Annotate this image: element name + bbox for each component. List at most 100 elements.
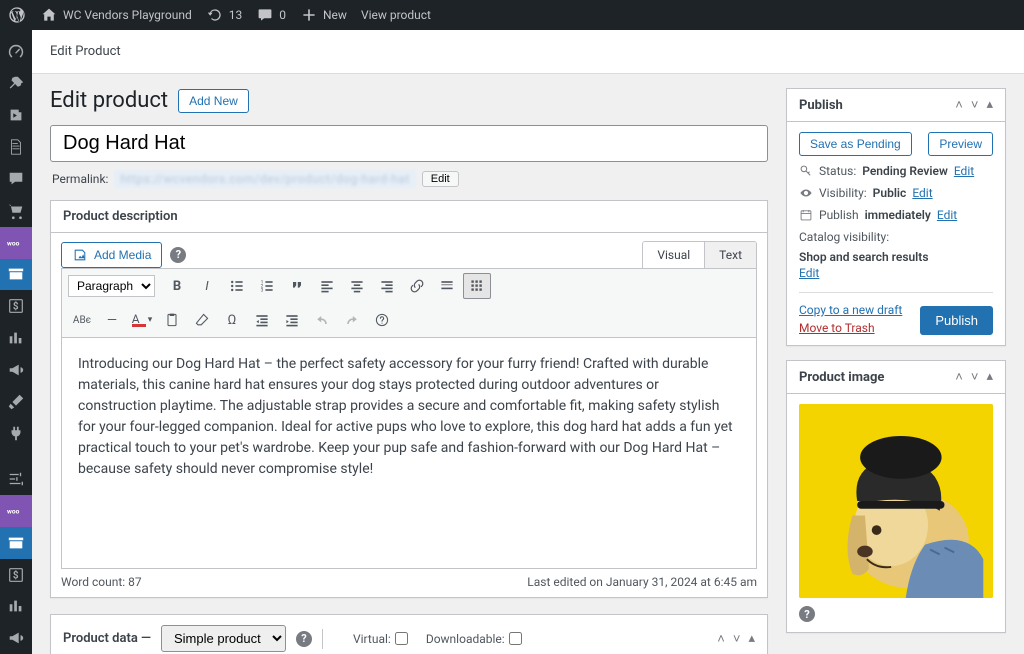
sidebar-wcv-payments[interactable]: $ — [0, 559, 32, 591]
hr-button[interactable]: — — [98, 307, 126, 333]
clipboard-icon — [164, 312, 180, 328]
site-link[interactable]: WC Vendors Playground — [40, 6, 192, 24]
downloadable-checkbox[interactable]: Downloadable: — [426, 632, 522, 646]
updates-link[interactable]: 13 — [206, 6, 243, 24]
sidebar-wcv-products[interactable] — [0, 527, 32, 559]
word-count: Word count: 87 — [61, 575, 142, 589]
editor-tabs: Visual Text — [642, 241, 757, 268]
catalog-edit-link[interactable]: Edit — [799, 266, 993, 280]
kitchensink-icon — [469, 278, 485, 294]
help-icon — [374, 312, 390, 328]
sidebar-woo-admin[interactable]: woo — [0, 227, 32, 259]
copy-draft-link[interactable]: Copy to a new draft — [799, 303, 902, 317]
visibility-edit-link[interactable]: Edit — [912, 186, 932, 200]
ol-button[interactable]: 123 — [253, 273, 281, 299]
sidebar-pages[interactable] — [0, 131, 32, 163]
sidebar-payments[interactable]: $ — [0, 290, 32, 322]
toolbar-toggle-button[interactable] — [463, 273, 491, 299]
toggle-button[interactable]: ▴ — [986, 369, 993, 385]
bold-button[interactable]: B — [163, 273, 191, 299]
product-image-panel: Product image ˄˅▴ — [786, 360, 1006, 633]
add-new-button[interactable]: Add New — [178, 89, 249, 113]
clearformat-button[interactable] — [188, 307, 216, 333]
specialchar-button[interactable]: Ω — [218, 307, 246, 333]
strikethrough-button[interactable]: ABє — [68, 307, 96, 333]
sidebar-media[interactable] — [0, 100, 32, 132]
move-trash-link[interactable]: Move to Trash — [799, 321, 902, 335]
megaphone-icon — [7, 629, 25, 647]
sidebar-woocommerce[interactable] — [0, 195, 32, 227]
redo-icon — [344, 312, 360, 328]
dollar-icon: $ — [7, 297, 25, 315]
italic-button[interactable]: I — [193, 273, 221, 299]
toggle-button[interactable]: ▴ — [748, 631, 755, 647]
toggle-button[interactable]: ▴ — [986, 97, 993, 113]
add-media-button[interactable]: Add Media — [61, 242, 162, 268]
product-image-thumbnail[interactable] — [799, 404, 993, 598]
sidebar-wcv-settings[interactable] — [0, 463, 32, 495]
publish-button[interactable]: Publish — [920, 306, 993, 335]
product-type-select[interactable]: Simple product — [161, 625, 286, 652]
sidebar-posts[interactable] — [0, 68, 32, 100]
site-name: WC Vendors Playground — [63, 8, 192, 22]
link-button[interactable] — [403, 273, 431, 299]
permalink-edit-button[interactable]: Edit — [422, 171, 459, 187]
indent-button[interactable] — [278, 307, 306, 333]
sidebar-appearance[interactable] — [0, 386, 32, 418]
editor-content[interactable]: Introducing our Dog Hard Hat – the perfe… — [62, 338, 756, 568]
align-left-button[interactable] — [313, 273, 341, 299]
sidebar-wcv-marketing[interactable] — [0, 622, 32, 654]
align-center-button[interactable] — [343, 273, 371, 299]
help-icon[interactable]: ? — [296, 631, 312, 647]
permalink-url[interactable]: https://wcvendors.com/dev/product/dog-ha… — [114, 170, 415, 188]
new-link[interactable]: New — [300, 6, 347, 24]
help-icon[interactable]: ? — [799, 606, 815, 622]
help-button[interactable] — [368, 307, 396, 333]
admin-toolbar: WC Vendors Playground 13 0 New View prod… — [0, 0, 1024, 30]
preview-button[interactable]: Preview — [928, 132, 993, 156]
format-select[interactable]: Paragraph — [68, 275, 155, 297]
move-down-button[interactable]: ˅ — [733, 631, 741, 647]
help-icon[interactable]: ? — [170, 247, 186, 263]
sidebar-dashboard[interactable] — [0, 36, 32, 68]
divider — [322, 629, 323, 649]
redo-button[interactable] — [338, 307, 366, 333]
wp-logo[interactable] — [8, 6, 26, 24]
more-button[interactable] — [433, 273, 461, 299]
align-right-button[interactable] — [373, 273, 401, 299]
sidebar-wcv-analytics[interactable] — [0, 590, 32, 622]
textcolor-button[interactable]: A▾ — [128, 307, 156, 333]
outdent-button[interactable] — [248, 307, 276, 333]
ul-button[interactable] — [223, 273, 251, 299]
virtual-checkbox[interactable]: Virtual: — [353, 632, 408, 646]
undo-button[interactable] — [308, 307, 336, 333]
description-panel-title: Product description — [63, 209, 178, 224]
move-down-button[interactable]: ˅ — [971, 369, 979, 385]
comment-icon — [256, 6, 274, 24]
tab-text[interactable]: Text — [704, 242, 756, 268]
blockquote-button[interactable] — [283, 273, 311, 299]
tab-visual[interactable]: Visual — [643, 242, 704, 268]
status-edit-link[interactable]: Edit — [954, 164, 974, 178]
pastetext-button[interactable] — [158, 307, 186, 333]
move-up-button[interactable]: ˄ — [955, 97, 963, 113]
move-down-button[interactable]: ˅ — [971, 97, 979, 113]
comments-link[interactable]: 0 — [256, 6, 286, 24]
pages-icon — [7, 138, 25, 156]
view-product-link[interactable]: View product — [361, 8, 431, 22]
sidebar-comments[interactable] — [0, 163, 32, 195]
sidebar-marketing[interactable] — [0, 354, 32, 386]
schedule-edit-link[interactable]: Edit — [937, 208, 957, 222]
align-left-icon — [319, 278, 335, 294]
move-up-button[interactable]: ˄ — [717, 631, 725, 647]
sidebar-products[interactable] — [0, 259, 32, 291]
readmore-icon — [439, 278, 455, 294]
indent-icon — [284, 312, 300, 328]
media-icon — [7, 106, 25, 124]
save-pending-button[interactable]: Save as Pending — [799, 132, 912, 156]
sidebar-analytics[interactable] — [0, 322, 32, 354]
sidebar-plugins[interactable] — [0, 418, 32, 450]
sidebar-wcv-woo[interactable]: woo — [0, 495, 32, 527]
move-up-button[interactable]: ˄ — [955, 369, 963, 385]
product-title-input[interactable] — [50, 125, 768, 162]
